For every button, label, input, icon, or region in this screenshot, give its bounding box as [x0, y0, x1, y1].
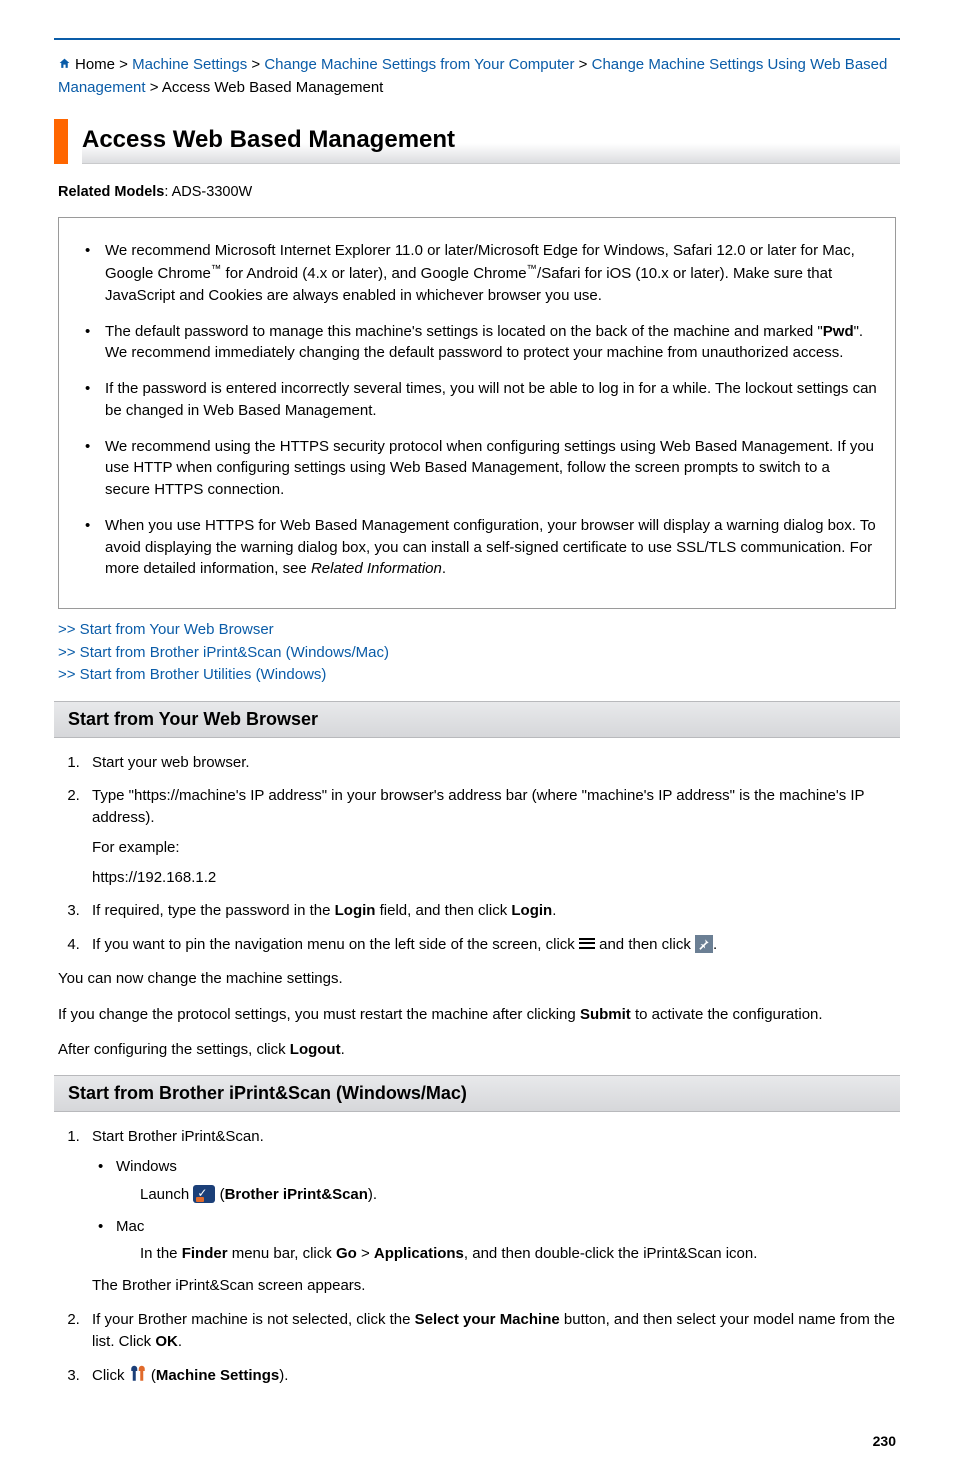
step-item: Type "https://machine's IP address" in y… [84, 785, 896, 888]
link-start-utilities[interactable]: >> Start from Brother Utilities (Windows… [58, 664, 896, 687]
pin-icon [695, 935, 713, 953]
hamburger-menu-icon [579, 936, 595, 952]
breadcrumb-current: Access Web Based Management [162, 79, 384, 96]
step-item: If required, type the password in the Lo… [84, 900, 896, 922]
steps-web-browser: Start your web browser. Type "https://ma… [58, 752, 896, 956]
body-paragraph: If you change the protocol settings, you… [58, 1004, 896, 1026]
title-accent-bar [54, 119, 68, 165]
body-paragraph: You can now change the machine settings. [58, 968, 896, 990]
step-item: Start your web browser. [84, 752, 896, 774]
link-start-web-browser[interactable]: >> Start from Your Web Browser [58, 619, 896, 642]
note-item: If the password is entered incorrectly s… [77, 378, 877, 422]
breadcrumb-link-change-from-computer[interactable]: Change Machine Settings from Your Comput… [264, 56, 574, 73]
note-box: We recommend Microsoft Internet Explorer… [58, 217, 896, 609]
breadcrumb: Home > Machine Settings > Change Machine… [54, 54, 900, 99]
page-number: 230 [54, 1431, 900, 1451]
subheading-iprintscan: Start from Brother iPrint&Scan (Windows/… [54, 1075, 900, 1112]
steps-iprintscan: Start Brother iPrint&Scan. Windows Launc… [58, 1126, 896, 1391]
jump-links: >> Start from Your Web Browser >> Start … [58, 619, 896, 687]
body-paragraph: After configuring the settings, click Lo… [58, 1039, 896, 1061]
sub-bullet-mac: Mac In the Finder menu bar, click Go > A… [92, 1216, 896, 1266]
note-item: When you use HTTPS for Web Based Managem… [77, 515, 877, 580]
note-item: We recommend Microsoft Internet Explorer… [77, 240, 877, 306]
machine-settings-icon [129, 1364, 147, 1391]
step-item: If you want to pin the navigation menu o… [84, 934, 896, 956]
sub-bullet-windows: Windows Launch ✓ (Brother iPrint&Scan). [92, 1156, 896, 1206]
step-item: Click (Machine Settings). [84, 1364, 896, 1391]
step-item: Start Brother iPrint&Scan. Windows Launc… [84, 1126, 896, 1297]
iprintscan-app-icon: ✓ [193, 1185, 215, 1203]
breadcrumb-link-machine-settings[interactable]: Machine Settings [132, 56, 247, 73]
subheading-web-browser: Start from Your Web Browser [54, 701, 900, 738]
page-title: Access Web Based Management [82, 119, 900, 165]
related-models: Related Models: ADS-3300W [58, 182, 896, 203]
page-title-row: Access Web Based Management [54, 119, 900, 165]
link-start-iprintscan[interactable]: >> Start from Brother iPrint&Scan (Windo… [58, 642, 896, 665]
home-icon [58, 55, 71, 77]
note-item: The default password to manage this mach… [77, 321, 877, 365]
note-item: We recommend using the HTTPS security pr… [77, 436, 877, 501]
breadcrumb-home: Home [75, 56, 115, 73]
step-item: If your Brother machine is not selected,… [84, 1309, 896, 1353]
